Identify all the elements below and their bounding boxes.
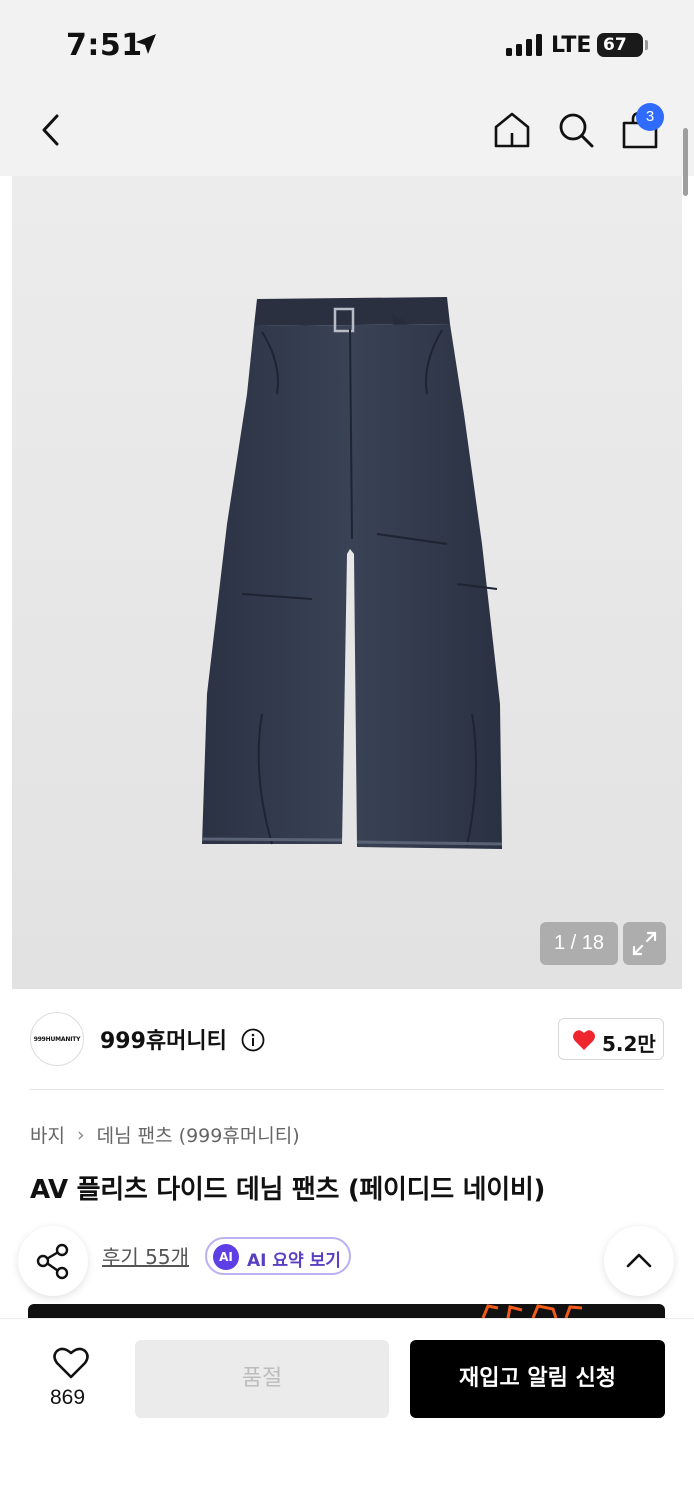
brand-logo-text: 999HUMANITY xyxy=(33,1036,81,1043)
brand-logo[interactable]: 999HUMANITY xyxy=(30,1012,84,1066)
breadcrumb-category[interactable]: 바지 xyxy=(30,1125,65,1147)
battery-indicator: 67 xyxy=(597,33,643,57)
search-icon[interactable] xyxy=(556,110,596,150)
scroll-to-top-button[interactable] xyxy=(604,1226,674,1296)
network-type: LTE xyxy=(551,33,592,58)
brand-like-count: 5.2만 xyxy=(602,1032,656,1056)
breadcrumb: 바지 › 데님 팬츠 (999휴머니티) xyxy=(30,1121,300,1148)
review-count-link[interactable]: 후기 55개 xyxy=(102,1241,189,1270)
status-time: 7:51 xyxy=(66,28,143,63)
product-photo-denim-pants xyxy=(202,297,502,849)
product-image-gallery[interactable]: 1 / 18 xyxy=(12,176,682,989)
expand-image-button[interactable] xyxy=(623,922,666,965)
sold-out-button: 품절 xyxy=(135,1340,389,1418)
product-title: AV 플리츠 다이드 데님 팬츠 (페이디드 네이비) xyxy=(30,1175,546,1205)
cart-count-badge: 3 xyxy=(636,103,664,131)
info-icon[interactable] xyxy=(241,1028,265,1052)
back-icon[interactable] xyxy=(34,110,68,150)
scroll-indicator xyxy=(683,128,688,196)
breadcrumb-subcategory[interactable]: 데님 팬츠 (999휴머니티) xyxy=(97,1125,300,1147)
status-bar: 7:51 LTE 67 xyxy=(0,0,694,90)
wish-count: 869 xyxy=(50,1386,86,1409)
divider xyxy=(30,1089,664,1090)
restock-alert-button[interactable]: 재입고 알림 신청 xyxy=(410,1340,665,1418)
cellular-signal-icon xyxy=(506,34,542,56)
location-arrow-icon xyxy=(136,34,156,54)
image-counter: 1 / 18 xyxy=(540,922,618,965)
heart-outline-icon[interactable] xyxy=(52,1346,90,1380)
battery-tip xyxy=(645,40,648,50)
chevron-right-icon: › xyxy=(77,1123,85,1146)
home-icon[interactable] xyxy=(492,110,532,150)
promo-banner-graphic xyxy=(481,1304,583,1318)
chevron-up-icon xyxy=(626,1253,652,1268)
promo-banner[interactable] xyxy=(28,1304,665,1318)
share-button[interactable] xyxy=(18,1226,88,1296)
top-navigation-bar xyxy=(0,90,694,176)
ai-badge-icon: AI xyxy=(213,1244,239,1270)
ai-summary-label: AI 요약 보기 xyxy=(247,1251,341,1271)
brand-like-button[interactable]: 5.2만 xyxy=(558,1018,664,1060)
share-icon xyxy=(36,1243,69,1280)
expand-icon xyxy=(632,931,657,956)
heart-filled-icon xyxy=(573,1030,595,1050)
brand-name-link[interactable]: 999휴머니티 xyxy=(100,1023,227,1055)
ai-summary-button[interactable]: AI AI 요약 보기 xyxy=(205,1237,351,1275)
